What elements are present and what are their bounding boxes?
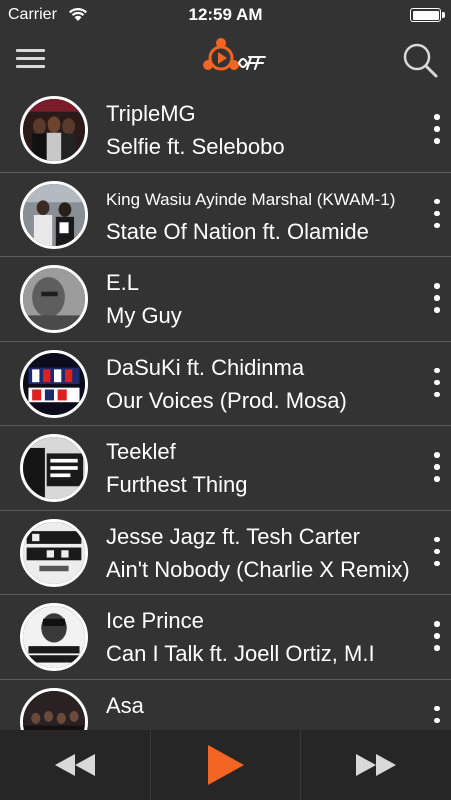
album-art-image — [23, 268, 85, 330]
more-options-icon[interactable] — [428, 452, 446, 484]
album-art-image — [23, 606, 85, 668]
clock: 12:59 AM — [188, 5, 263, 24]
track-title: Selfie ft. Selebobo — [106, 134, 285, 159]
track-artist: TripleMG — [106, 101, 196, 126]
play-icon — [207, 745, 244, 785]
fast-forward-icon — [356, 754, 396, 776]
track-row[interactable]: Asa — [0, 680, 451, 730]
album-art — [20, 603, 88, 671]
more-options-icon[interactable] — [428, 283, 446, 315]
track-row[interactable]: DaSuKi ft. Chidinma Our Voices (Prod. Mo… — [0, 342, 451, 426]
album-art — [20, 96, 88, 164]
track-title: Our Voices (Prod. Mosa) — [106, 387, 347, 413]
album-art-image — [23, 99, 85, 161]
album-art — [20, 687, 88, 730]
more-options-icon[interactable] — [428, 705, 446, 730]
status-bar: Carrier 12:59 AM — [0, 0, 451, 30]
track-artist: DaSuKi ft. Chidinma — [106, 354, 305, 380]
track-artist: Asa — [106, 692, 144, 718]
track-artist: Teeklef — [106, 439, 176, 464]
track-artist: Jesse Jagz ft. Tesh Carter — [106, 523, 360, 549]
battery-icon — [410, 8, 445, 22]
album-art-image — [23, 352, 85, 415]
album-art — [20, 349, 88, 418]
track-row[interactable]: TripleMG Selfie ft. Selebobo — [0, 88, 451, 173]
album-art-image — [23, 437, 85, 499]
track-title: State Of Nation ft. Olamide — [106, 218, 369, 244]
album-art — [20, 518, 88, 587]
track-row[interactable]: Teeklef Furthest Thing — [0, 426, 451, 511]
app-logo-icon — [203, 38, 266, 71]
track-row[interactable]: Ice Prince Can I Talk ft. Joell Ortiz, M… — [0, 595, 451, 680]
rewind-button[interactable] — [0, 730, 150, 800]
more-options-icon[interactable] — [428, 367, 446, 400]
album-art — [20, 434, 88, 502]
album-art-image — [23, 183, 85, 246]
track-title: Ain't Nobody (Charlie X Remix) — [106, 556, 410, 582]
album-art-image — [23, 521, 85, 584]
rewind-icon — [55, 754, 95, 776]
album-art — [20, 180, 88, 249]
track-row[interactable]: King Wasiu Ayinde Marshal (KWAM-1) State… — [0, 173, 451, 257]
more-options-icon[interactable] — [428, 536, 446, 569]
track-artist: Ice Prince — [106, 608, 204, 633]
more-options-icon[interactable] — [428, 198, 446, 231]
navigation-bar — [0, 30, 451, 94]
hamburger-menu-icon[interactable] — [14, 44, 48, 74]
track-row[interactable]: E.L My Guy — [0, 257, 451, 342]
track-artist: King Wasiu Ayinde Marshal (KWAM-1) — [106, 189, 396, 209]
player-controls — [0, 730, 451, 800]
track-row[interactable]: Jesse Jagz ft. Tesh Carter Ain't Nobody … — [0, 511, 451, 595]
battery-level — [412, 10, 439, 20]
track-title: Can I Talk ft. Joell Ortiz, M.I — [106, 641, 375, 666]
album-art — [20, 265, 88, 333]
more-options-icon[interactable] — [428, 621, 446, 653]
track-title: My Guy — [106, 303, 182, 328]
album-art-image — [23, 690, 85, 730]
track-list[interactable]: TripleMG Selfie ft. Selebobo King Wasiu … — [0, 88, 451, 730]
fast-forward-button[interactable] — [301, 730, 451, 800]
track-title: Furthest Thing — [106, 472, 248, 497]
search-icon[interactable] — [398, 38, 442, 82]
track-artist: E.L — [106, 270, 140, 295]
more-options-icon[interactable] — [428, 114, 446, 146]
play-button[interactable] — [150, 730, 301, 800]
